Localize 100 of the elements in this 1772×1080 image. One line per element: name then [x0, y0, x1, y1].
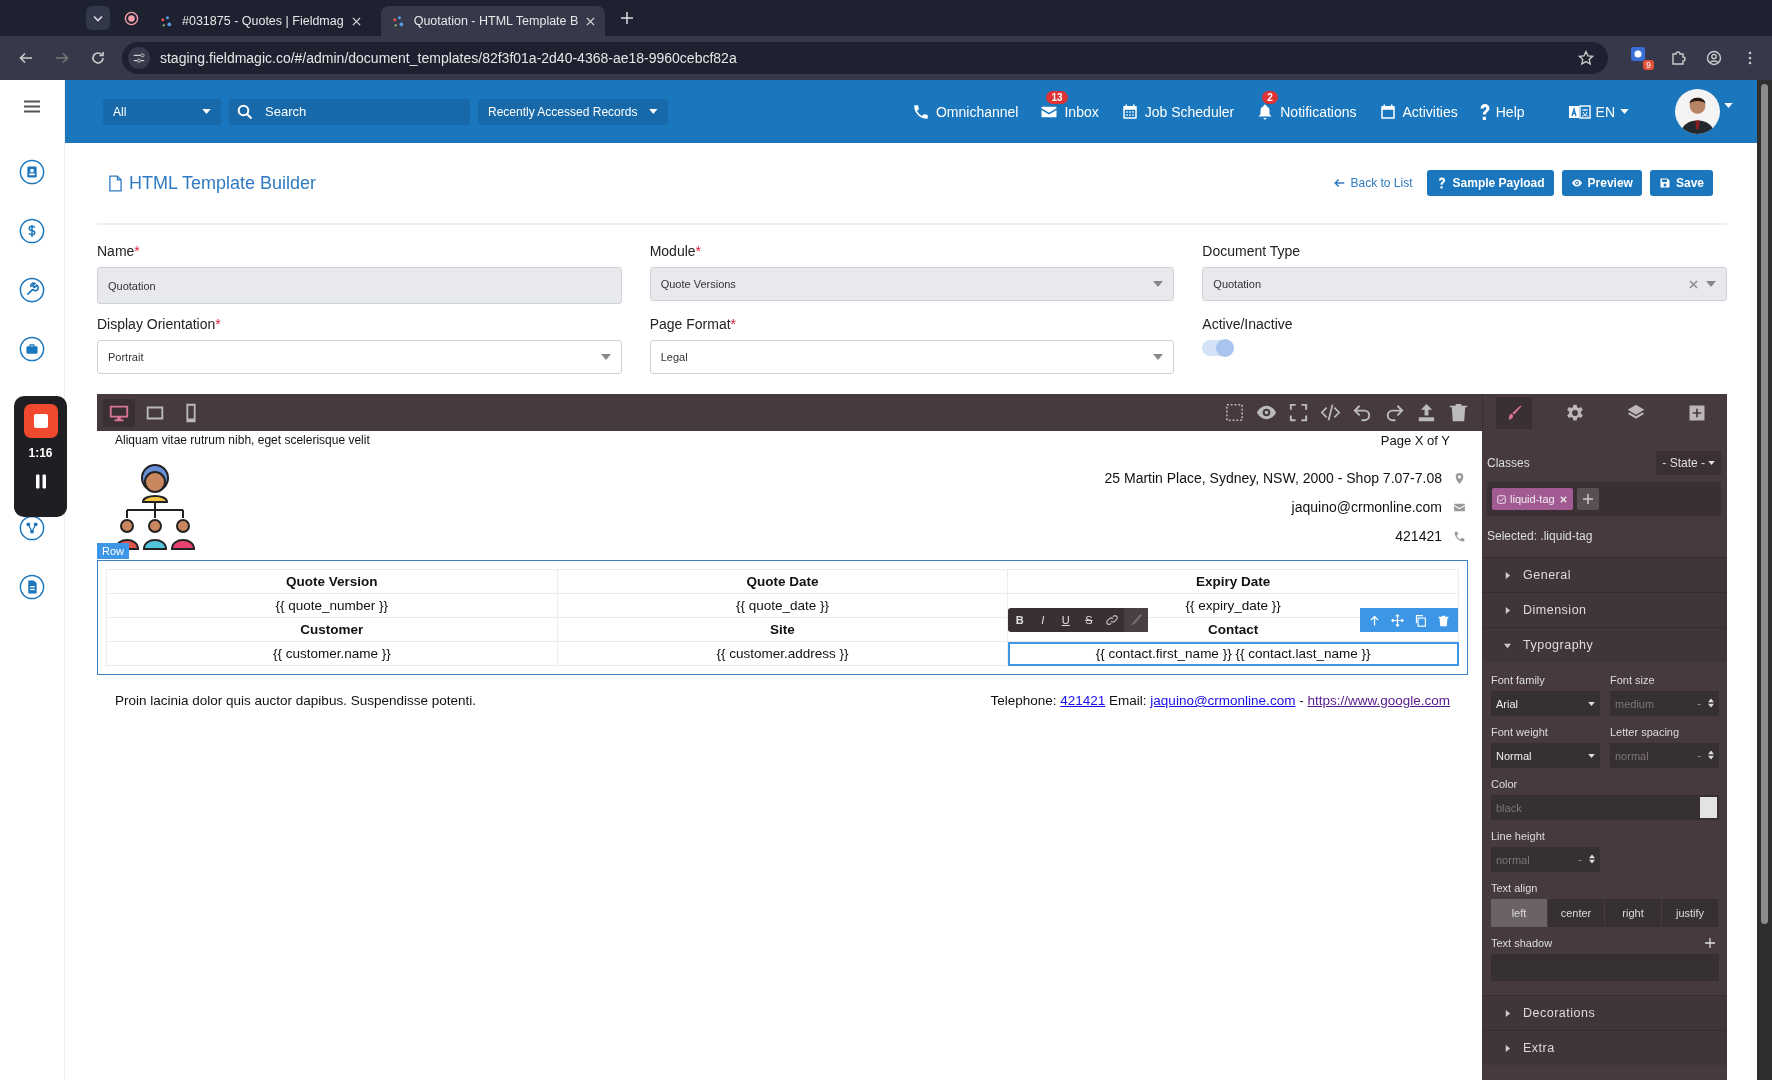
- record-icon: [124, 10, 139, 26]
- document-icon[interactable]: [19, 574, 45, 600]
- caret-icon: [1620, 109, 1629, 114]
- align-option[interactable]: right: [1605, 899, 1662, 927]
- color-swatch[interactable]: [1700, 797, 1717, 818]
- align-option[interactable]: justify: [1662, 899, 1719, 927]
- back-arrow-icon[interactable]: [18, 50, 34, 66]
- move-icon[interactable]: [1391, 613, 1404, 627]
- align-option[interactable]: left: [1491, 899, 1548, 927]
- stepper-icon[interactable]: [1708, 698, 1714, 708]
- calendar-icon: [1120, 102, 1139, 121]
- language-select[interactable]: EN: [1568, 103, 1629, 120]
- menu-icon[interactable]: [24, 100, 40, 113]
- recent-records-dropdown[interactable]: Recently Accessed Records: [478, 98, 668, 125]
- field-label: Document Type: [1202, 243, 1302, 259]
- table-cell: {{ quote_number }}: [106, 593, 558, 618]
- table-cell: {{ customer.address }}: [557, 641, 1008, 666]
- close-icon[interactable]: [586, 16, 596, 26]
- device-button[interactable]: [103, 398, 135, 427]
- footer-text: Proin lacinia dolor quis auctor dapibus. Suspendisse potenti.: [115, 693, 476, 708]
- back-link[interactable]: Back to List: [1333, 176, 1413, 190]
- dollar-icon[interactable]: [19, 218, 45, 244]
- avatar[interactable]: [1675, 89, 1720, 134]
- site-settings-icon[interactable]: [127, 47, 150, 69]
- delete-icon[interactable]: [1447, 401, 1470, 424]
- new-tab-icon[interactable]: [621, 12, 634, 24]
- count-badge: 13: [1046, 90, 1068, 104]
- fullscreen-icon[interactable]: [1287, 401, 1310, 424]
- classes-label: Classes: [1487, 456, 1530, 470]
- toggle-switch[interactable]: [1202, 340, 1235, 356]
- section-header[interactable]: Typography: [1482, 627, 1727, 662]
- section-header[interactable]: Dimension: [1482, 592, 1727, 627]
- nav-link[interactable]: Job Scheduler: [1120, 102, 1235, 121]
- selected-class-text: Selected: .liquid-tag: [1487, 529, 1594, 543]
- action-button[interactable]: Save: [1649, 170, 1713, 196]
- action-button[interactable]: Preview: [1561, 170, 1642, 196]
- caret-icon: [1588, 753, 1595, 758]
- panel-tab[interactable]: [1495, 396, 1532, 429]
- add-icon[interactable]: [1705, 938, 1715, 948]
- section-header[interactable]: Extra: [1482, 1030, 1727, 1065]
- caret-icon: [1153, 281, 1164, 287]
- property-label: Line height: [1491, 830, 1545, 842]
- state-select[interactable]: - State -: [1656, 451, 1721, 475]
- extension-icon[interactable]: [1630, 46, 1647, 62]
- link[interactable]: jaquino@crmonline.com: [1150, 693, 1296, 708]
- stepper-icon[interactable]: [1589, 854, 1595, 864]
- nav-link[interactable]: Activities: [1378, 102, 1458, 121]
- class-tag[interactable]: liquid-tag: [1492, 488, 1573, 510]
- pin-icon: [1453, 471, 1466, 485]
- stop-button[interactable]: [23, 404, 58, 438]
- network-icon[interactable]: [19, 515, 45, 541]
- nav-link[interactable]: Inbox: [1040, 102, 1099, 121]
- wrench-icon[interactable]: [19, 277, 45, 303]
- link[interactable]: https://www.google.com: [1307, 693, 1450, 708]
- delete-icon[interactable]: [1437, 613, 1450, 627]
- nav-link[interactable]: Help: [1479, 102, 1525, 121]
- property-label: Text shadow: [1491, 937, 1553, 949]
- checkbox-icon[interactable]: [1497, 494, 1506, 504]
- contact-card-icon[interactable]: [19, 159, 45, 185]
- scrollbar[interactable]: [1757, 80, 1772, 1080]
- count-badge: 2: [1262, 90, 1278, 104]
- profile-icon[interactable]: [1706, 50, 1723, 66]
- column-heading: Site: [557, 617, 1008, 642]
- tab-list-button[interactable]: [86, 6, 110, 30]
- settings-icon: [1564, 402, 1585, 423]
- link[interactable]: 421421: [1060, 693, 1106, 708]
- help-icon: [1479, 102, 1490, 121]
- address-bar[interactable]: staging.fieldmagic.co/#/admin/document_templates/82f3f01a-2d40-4368-ae18-9960cebcf82a: [121, 42, 1609, 74]
- add-class-button[interactable]: [1576, 488, 1599, 510]
- pause-icon[interactable]: [34, 474, 47, 489]
- section-header[interactable]: General: [1482, 557, 1727, 592]
- action-button[interactable]: Sample Payload: [1426, 170, 1554, 196]
- close-icon[interactable]: [351, 16, 361, 26]
- scope-select[interactable]: All: [103, 98, 221, 125]
- copy-icon[interactable]: [1414, 613, 1427, 627]
- property-label: Text align: [1491, 882, 1538, 894]
- stepper-icon[interactable]: [1708, 750, 1714, 760]
- caret-icon: [649, 109, 658, 114]
- star-icon[interactable]: [1578, 50, 1595, 66]
- browser-tab[interactable]: Quotation - HTML Template B: [380, 6, 606, 36]
- arrow-up-icon[interactable]: [1368, 613, 1381, 627]
- nav-link[interactable]: Notifications: [1256, 102, 1357, 121]
- browser-tab[interactable]: #031875 - Quotes | Fieldmag: [149, 6, 371, 36]
- nav-link[interactable]: Omnichannel: [912, 102, 1019, 121]
- select-field[interactable]: Portrait: [97, 340, 622, 374]
- caret-icon: [600, 354, 611, 360]
- select-field[interactable]: Arial: [1491, 691, 1600, 716]
- puzzle-icon[interactable]: [1670, 50, 1687, 66]
- brush-icon[interactable]: [1124, 608, 1149, 632]
- color-field[interactable]: black: [1491, 795, 1719, 820]
- briefcase-icon[interactable]: [19, 336, 45, 362]
- footer-label: -: [1299, 693, 1304, 708]
- field-label: Page Format*: [649, 316, 738, 332]
- search-field[interactable]: Search: [229, 98, 470, 125]
- align-option[interactable]: center: [1548, 899, 1605, 927]
- section-header[interactable]: Decorations: [1482, 995, 1727, 1030]
- select-field[interactable]: Legal: [649, 340, 1175, 374]
- dashed-square-icon[interactable]: [1223, 401, 1246, 424]
- reload-icon[interactable]: [89, 50, 106, 66]
- select-field[interactable]: Normal: [1491, 743, 1600, 768]
